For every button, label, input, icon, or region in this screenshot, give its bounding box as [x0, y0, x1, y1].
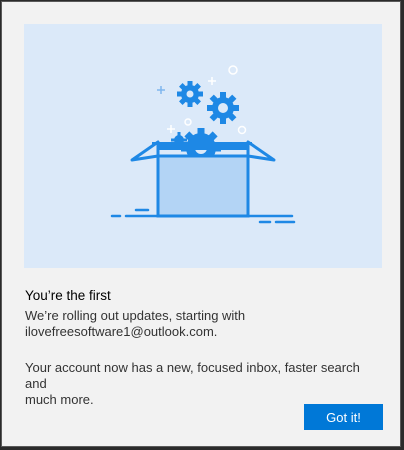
- open-box-with-gears-icon: [110, 65, 296, 224]
- got-it-button[interactable]: Got it!: [304, 404, 383, 430]
- dialog-description: We’re rolling out updates, starting with…: [25, 308, 381, 340]
- detail-line-1: Your account now has a new, focused inbo…: [25, 360, 360, 391]
- account-email: ilovefreesoftware1@outlook.com.: [25, 324, 218, 339]
- updates-illustration: [24, 24, 382, 268]
- description-line-1: We’re rolling out updates, starting with: [25, 308, 246, 323]
- dialog-detail: Your account now has a new, focused inbo…: [25, 360, 381, 408]
- update-dialog: You’re the first We’re rolling out updat…: [1, 1, 401, 447]
- dialog-title: You’re the first: [25, 288, 111, 303]
